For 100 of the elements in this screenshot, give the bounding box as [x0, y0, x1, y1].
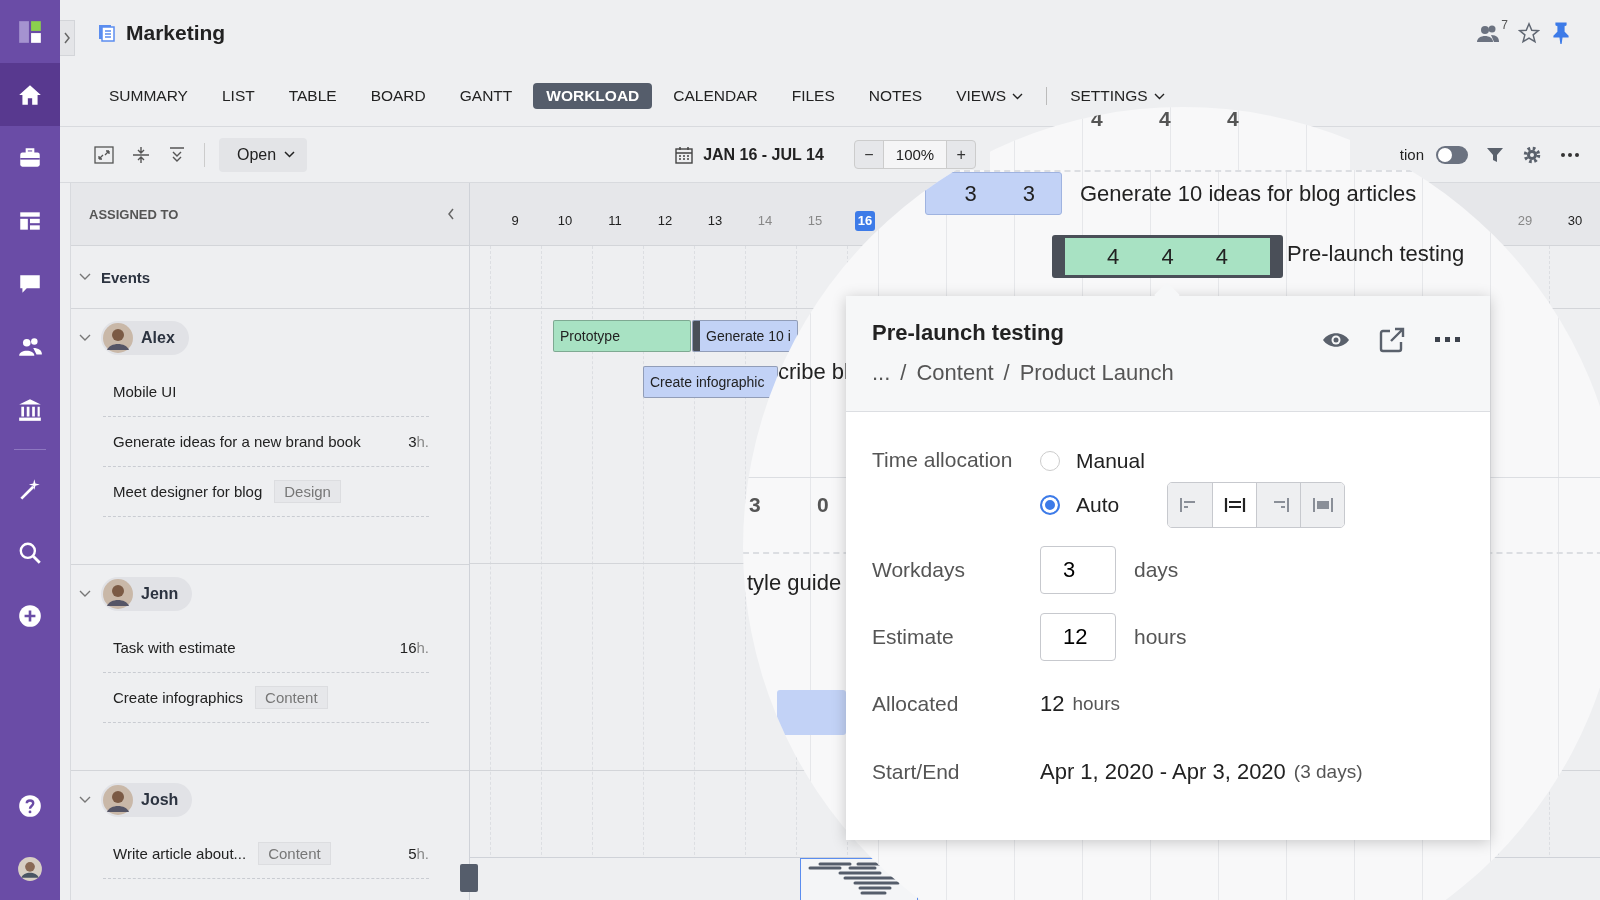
collapse-panel-icon[interactable]	[447, 208, 455, 220]
chevron-icon[interactable]	[79, 796, 91, 804]
collapse-all-icon[interactable]	[168, 145, 186, 164]
view-tab[interactable]: FILES	[778, 83, 848, 109]
field-label: Workdays	[872, 557, 966, 582]
radio-label[interactable]: Auto	[1076, 493, 1120, 517]
view-tab[interactable]: GANTT	[446, 83, 526, 109]
workload-count: 0	[817, 493, 830, 517]
task-name[interactable]: Task with estimate	[113, 639, 236, 656]
chevron-icon[interactable]	[79, 334, 91, 342]
caret-icon	[1012, 92, 1024, 100]
selected-task-bar[interactable]: 4 4 4	[1052, 235, 1283, 278]
view-tab[interactable]: WORKLOAD	[533, 83, 653, 109]
field-value: 12	[1040, 691, 1065, 717]
task-name[interactable]: Generate ideas for a new brand book	[113, 433, 361, 450]
zoom-out-button[interactable]: −	[854, 141, 883, 168]
task-name[interactable]: Create infographics	[113, 689, 244, 706]
option-label: tion	[1399, 146, 1424, 163]
more-icon[interactable]	[1560, 151, 1580, 158]
view-tab[interactable]: SUMMARY	[96, 83, 201, 109]
day-number: 30	[1566, 212, 1584, 230]
workload-count: 3	[749, 493, 762, 517]
fill-block-icon	[1311, 496, 1334, 514]
day-number: 11	[607, 212, 623, 230]
breadcrumb-separator: /	[1003, 360, 1010, 386]
assignee-chip[interactable]: Josh	[101, 783, 193, 817]
group-name: Events	[101, 268, 151, 286]
breadcrumb-link[interactable]: ...	[872, 360, 891, 386]
scroll-handle[interactable]	[460, 864, 478, 892]
zoom-in-button[interactable]: +	[947, 141, 976, 168]
task-bar[interactable]: 3 3	[925, 172, 1062, 215]
menu-dropdown[interactable]: VIEWS	[943, 83, 1037, 109]
workload-count: 4	[1159, 107, 1172, 131]
breadcrumb-link[interactable]: Content	[916, 360, 994, 386]
avatar-icon	[103, 579, 133, 609]
chevron-right-icon	[63, 32, 71, 44]
caret-icon	[284, 151, 296, 158]
radio-button[interactable]	[1040, 451, 1060, 471]
status-filter-dropdown[interactable]: Open	[219, 137, 308, 172]
task-name[interactable]: Meet designer for blog	[113, 483, 263, 500]
eye-icon[interactable]	[1322, 331, 1350, 349]
field-label: Estimate	[872, 624, 955, 649]
hours-unit: h.	[416, 845, 429, 862]
number-input[interactable]: 12	[1040, 612, 1116, 661]
chevron-icon[interactable]	[79, 273, 91, 281]
breadcrumb-link[interactable]: Product Launch	[1019, 360, 1174, 386]
date-range[interactable]: JAN 16 - JUL 14	[703, 145, 824, 164]
breadcrumb-separator: /	[900, 360, 907, 386]
pin-icon[interactable]	[1550, 21, 1572, 45]
task-name[interactable]: Write article about...	[113, 845, 247, 862]
home-icon[interactable]	[0, 63, 60, 126]
hours-value: 3	[408, 433, 417, 450]
task-name[interactable]: Mobile UI	[113, 383, 177, 400]
toggle-switch[interactable]	[1436, 145, 1468, 164]
task-bar[interactable]: Create infographic	[643, 366, 778, 398]
distribute-evenly-icon	[1223, 496, 1246, 514]
radio-button[interactable]	[1040, 495, 1060, 515]
assignee-chip[interactable]: Alex	[101, 321, 189, 355]
task-bar-label: tyle guide	[747, 570, 842, 596]
view-tab[interactable]: LIST	[208, 83, 268, 109]
filter-icon[interactable]	[1486, 145, 1504, 164]
task-bar[interactable]: Generate 10 i	[692, 320, 798, 352]
caret-icon	[1153, 92, 1165, 100]
day-number: 12	[656, 212, 674, 230]
zoom-level: 100%	[882, 141, 948, 168]
task-tag: Content	[258, 842, 331, 865]
task-tag: Content	[255, 686, 328, 709]
external-link-icon[interactable]	[1378, 326, 1406, 354]
unit-label: days	[1134, 557, 1179, 582]
radio-label[interactable]: Manual	[1076, 449, 1145, 473]
unit-label: hours	[1134, 624, 1187, 649]
number-input[interactable]: 3	[1040, 545, 1116, 594]
column-heading: ASSIGNED TO	[89, 206, 179, 222]
members-icon[interactable]	[1477, 24, 1502, 42]
hours-unit: h.	[416, 639, 429, 656]
day-number: 16	[854, 211, 876, 231]
view-tab[interactable]: TABLE	[275, 83, 350, 109]
hours-unit: h.	[416, 433, 429, 450]
expand-sidebar-button[interactable]	[60, 20, 75, 56]
chevron-icon[interactable]	[79, 590, 91, 598]
settings-icon[interactable]	[1522, 144, 1542, 165]
collapse-icon[interactable]	[132, 145, 150, 164]
calendar-icon[interactable]	[675, 145, 694, 164]
view-tab[interactable]: NOTES	[855, 83, 936, 109]
day-number: 13	[706, 212, 724, 230]
fullscreen-icon[interactable]	[94, 145, 114, 164]
view-tab[interactable]: CALENDAR	[660, 83, 771, 109]
more-icon[interactable]	[1434, 337, 1462, 343]
task-bar-label: Generate 10 ideas for blog articles	[1080, 180, 1417, 208]
task-tag: Design	[274, 480, 341, 503]
unit-label: hours	[1072, 693, 1120, 715]
field-label: Time allocation	[872, 448, 1014, 472]
task-bar-label: Pre-launch testing	[1287, 240, 1465, 268]
task-bar[interactable]: Prototype	[553, 320, 691, 352]
assignee-chip[interactable]: Jenn	[101, 577, 193, 611]
popover-title: Pre-launch testing	[872, 320, 1065, 346]
workload-count: 4	[1227, 107, 1240, 131]
view-tab[interactable]: BOARD	[357, 83, 439, 109]
field-label: Start/End	[872, 760, 961, 784]
star-icon[interactable]	[1518, 22, 1540, 44]
